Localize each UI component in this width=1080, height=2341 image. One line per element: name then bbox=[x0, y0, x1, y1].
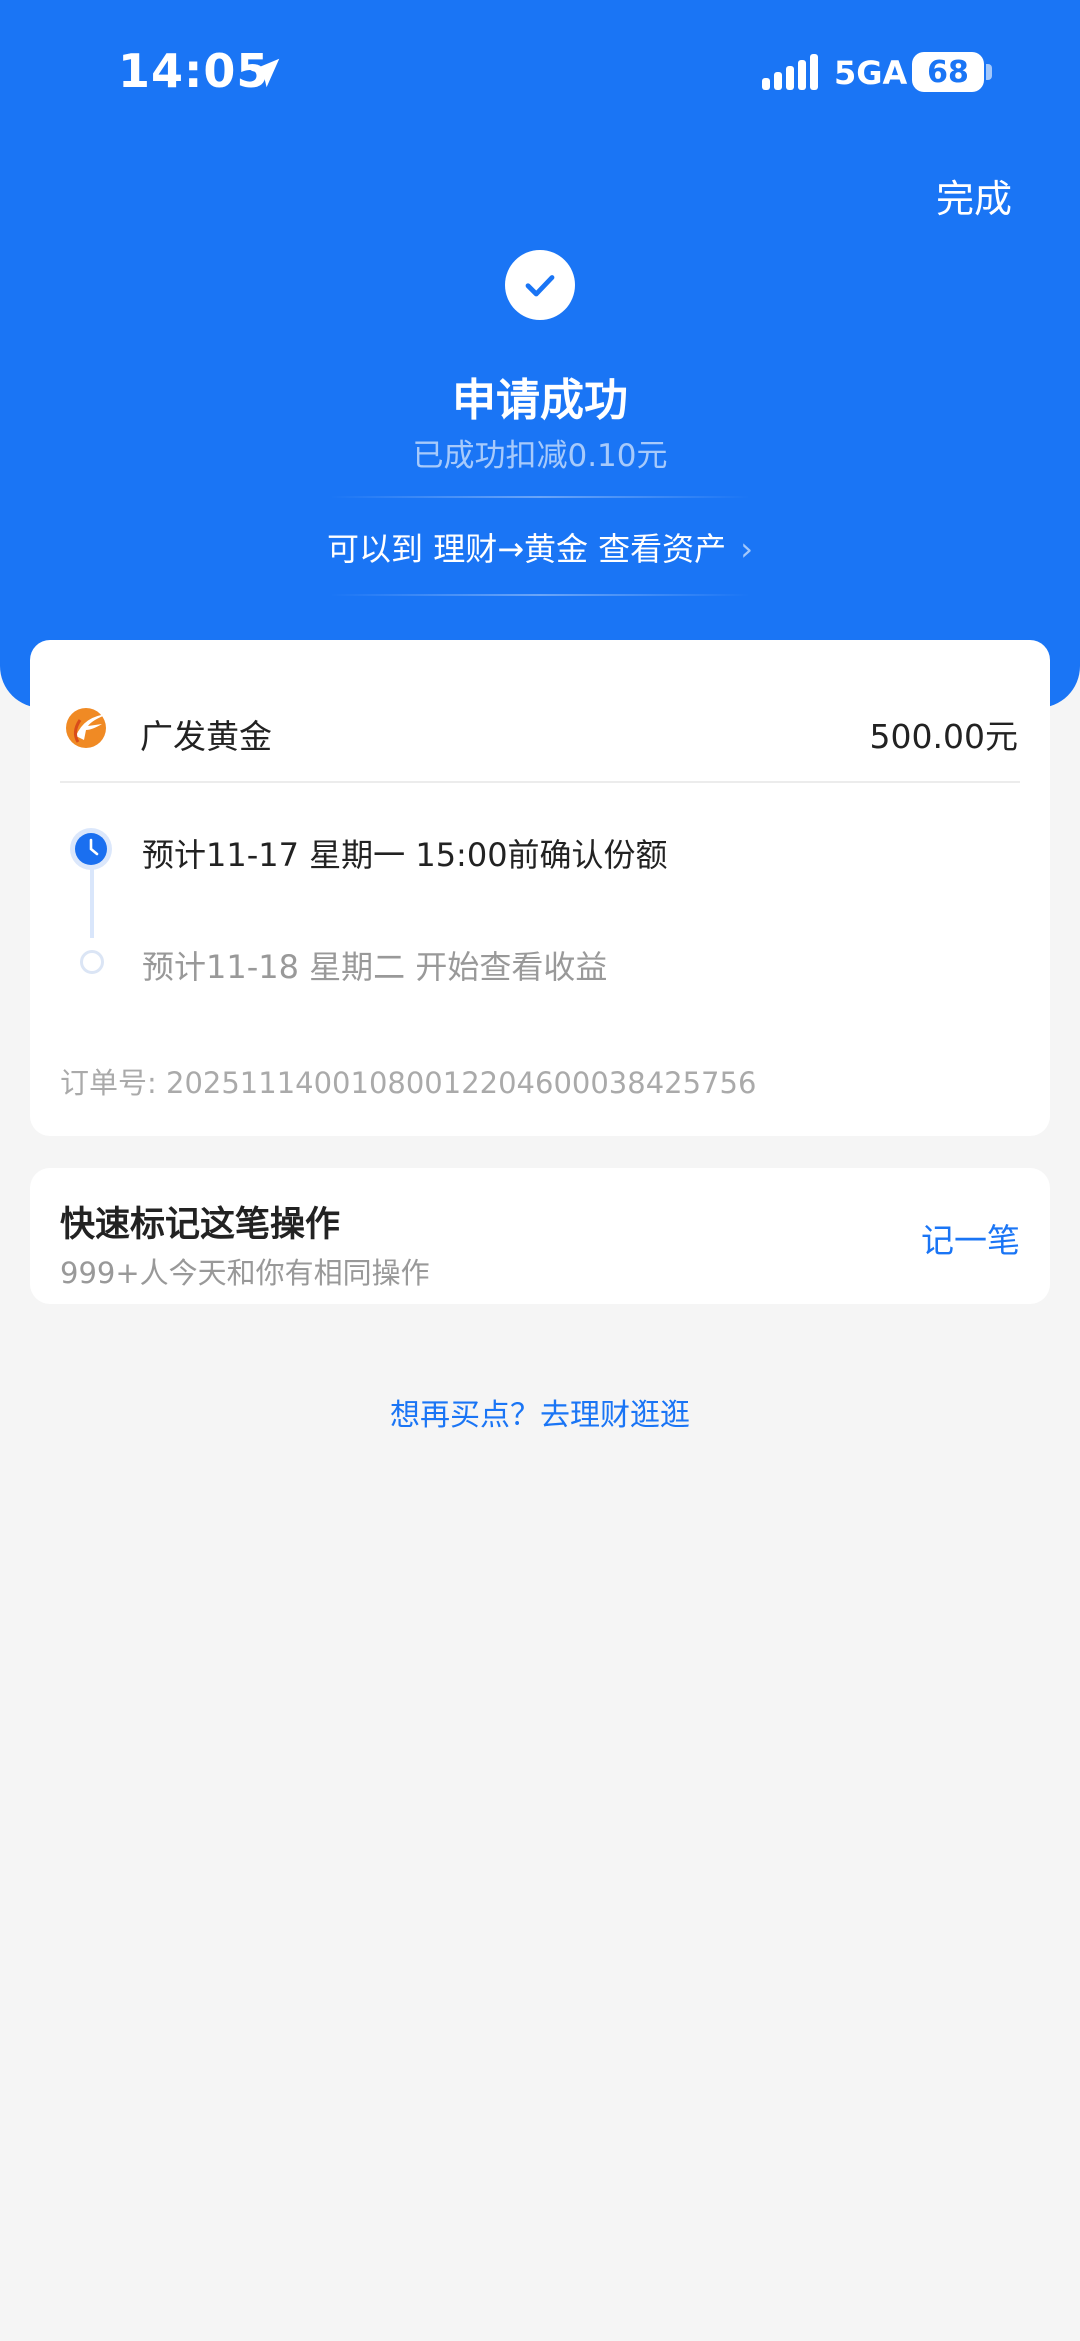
view-assets-label: 可以到 理财→黄金 查看资产 bbox=[327, 530, 727, 568]
timeline-step-confirm: 预计11-17 星期一 15:00前确认份额 bbox=[142, 836, 668, 874]
checkmark-icon bbox=[525, 275, 555, 297]
success-badge bbox=[505, 250, 575, 320]
page-title: 申请成功 bbox=[452, 375, 628, 426]
battery-level: 68 bbox=[927, 54, 969, 90]
divider-bottom bbox=[330, 594, 750, 596]
card-divider bbox=[60, 781, 1020, 783]
quick-mark-title: 快速标记这笔操作 bbox=[60, 1205, 341, 1245]
quick-mark-subtitle: 999+人今天和你有相同操作 bbox=[60, 1256, 430, 1290]
status-bar: 14:05 5GA 68 bbox=[0, 0, 1080, 140]
battery-icon: 68 bbox=[912, 52, 984, 92]
location-arrow-icon bbox=[250, 58, 280, 88]
product-name: 广发黄金 bbox=[140, 717, 272, 756]
deduction-text: 已成功扣减0.10元 bbox=[412, 438, 668, 474]
order-number: 订单号: 2025111400108001220460003842575​6 bbox=[60, 1066, 757, 1100]
timeline-step-earnings: 预计11-18 星期二 开始查看收益 bbox=[142, 948, 608, 986]
record-button[interactable]: 记一笔 bbox=[921, 1214, 1020, 1262]
signal-icon bbox=[762, 54, 818, 90]
divider-top bbox=[330, 496, 750, 498]
chevron-right-icon: › bbox=[740, 530, 753, 568]
timeline-connector bbox=[90, 868, 94, 938]
product-row[interactable]: 广发黄金 500.00元 bbox=[30, 640, 1050, 782]
gf-fund-logo-icon bbox=[66, 708, 108, 748]
clock-icon bbox=[70, 828, 112, 870]
network-type: 5GA bbox=[834, 54, 908, 92]
hollow-dot-icon bbox=[80, 950, 104, 974]
battery-cap bbox=[986, 64, 992, 80]
done-button[interactable]: 完成 bbox=[936, 168, 1012, 223]
order-amount: 500.00元 bbox=[869, 717, 1018, 756]
view-assets-link[interactable]: 可以到 理财→黄金 查看资产 › bbox=[0, 524, 1080, 570]
browse-wealth-link[interactable]: 想再买点？去理财逛逛 bbox=[0, 1390, 1080, 1434]
quick-mark-card: 快速标记这笔操作 999+人今天和你有相同操作 记一笔 bbox=[30, 1168, 1050, 1304]
order-card: 广发黄金 500.00元 预计11-17 星期一 15:00前确认份额 预计11… bbox=[30, 640, 1050, 1136]
